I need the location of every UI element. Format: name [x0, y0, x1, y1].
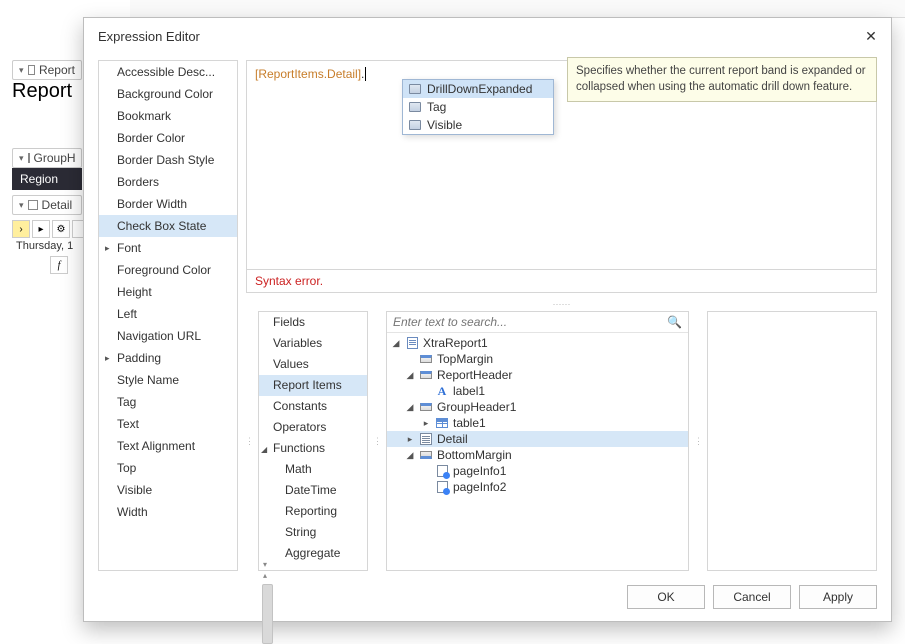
tree-node[interactable]: ◢ReportHeader: [387, 367, 688, 383]
description-panel: [707, 311, 877, 571]
property-item[interactable]: Border Dash Style: [99, 149, 237, 171]
bg-cell: ▸: [32, 220, 50, 238]
report-items-tree-panel: 🔍 ◢XtraReport1TopMargin◢ReportHeaderAlab…: [386, 311, 689, 571]
property-icon: [409, 84, 421, 94]
bg-detail-band-label: Detail: [42, 198, 73, 212]
vertical-splitter[interactable]: ⋮: [695, 311, 701, 571]
tree-node[interactable]: Alabel1: [387, 383, 688, 399]
property-item[interactable]: Foreground Color: [99, 259, 237, 281]
property-item[interactable]: Padding: [99, 347, 237, 369]
property-item[interactable]: Width: [99, 501, 237, 523]
bg-arrow-cell: ›: [12, 220, 30, 238]
tree-node-root[interactable]: ◢XtraReport1: [387, 335, 688, 351]
expression-editor-dialog: Expression Editor ✕ Accessible Desc...Ba…: [83, 17, 892, 622]
error-message: Syntax error.: [246, 270, 877, 293]
category-item[interactable]: Fields: [259, 312, 367, 333]
report-tree[interactable]: ◢XtraReport1TopMargin◢ReportHeaderAlabel…: [387, 333, 688, 570]
tree-node[interactable]: ▸table1: [387, 415, 688, 431]
category-item[interactable]: String: [259, 522, 367, 543]
property-item[interactable]: Text: [99, 413, 237, 435]
bg-report-band: ▾ Report: [12, 60, 82, 80]
bg-thursday: Thursday, 1: [12, 238, 77, 254]
tree-node[interactable]: ◢GroupHeader1: [387, 399, 688, 415]
cancel-button[interactable]: Cancel: [713, 585, 791, 609]
bg-group-band-label: GroupH: [34, 151, 76, 165]
property-item[interactable]: Check Box State: [99, 215, 237, 237]
category-item[interactable]: Operators: [259, 417, 367, 438]
property-item[interactable]: Text Alignment: [99, 435, 237, 457]
autocomplete-item[interactable]: DrillDownExpanded: [403, 80, 553, 98]
property-item[interactable]: Accessible Desc...: [99, 61, 237, 83]
horizontal-splitter[interactable]: ⋯⋯: [246, 299, 877, 305]
property-item[interactable]: Visible: [99, 479, 237, 501]
category-item[interactable]: Math: [259, 459, 367, 480]
property-icon: [409, 102, 421, 112]
tooltip: Specifies whether the current report ban…: [567, 57, 877, 102]
apply-button[interactable]: Apply: [799, 585, 877, 609]
category-item[interactable]: DateTime: [259, 480, 367, 501]
property-item[interactable]: Background Color: [99, 83, 237, 105]
property-item[interactable]: Border Color: [99, 127, 237, 149]
property-item[interactable]: Tag: [99, 391, 237, 413]
bg-region-cell: Region: [12, 168, 82, 190]
ok-button[interactable]: OK: [627, 585, 705, 609]
category-item[interactable]: Reporting: [259, 501, 367, 522]
property-item[interactable]: Navigation URL: [99, 325, 237, 347]
bg-gear-cell: ⚙: [52, 220, 70, 238]
bg-group-band: ▾ GroupH: [12, 148, 82, 168]
expression-token: [ReportItems.Detail]: [255, 67, 361, 81]
category-item[interactable]: Report Items: [259, 375, 367, 396]
property-item[interactable]: Height: [99, 281, 237, 303]
tree-node[interactable]: ◢BottomMargin: [387, 447, 688, 463]
category-item[interactable]: Constants: [259, 396, 367, 417]
autocomplete-item[interactable]: Tag: [403, 98, 553, 116]
category-item[interactable]: Values: [259, 354, 367, 375]
search-input[interactable]: [393, 315, 661, 329]
vertical-splitter[interactable]: ⋮: [246, 311, 252, 571]
tree-node[interactable]: pageInfo2: [387, 479, 688, 495]
category-item[interactable]: Functions: [259, 438, 367, 459]
property-icon: [409, 120, 421, 130]
bg-detail-band: ▾ Detail: [12, 195, 82, 215]
property-item[interactable]: Borders: [99, 171, 237, 193]
bg-report-title: Report: [12, 80, 72, 103]
category-item[interactable]: Variables: [259, 333, 367, 354]
property-list[interactable]: Accessible Desc...Background ColorBookma…: [98, 60, 238, 571]
autocomplete-popup[interactable]: DrillDownExpandedTagVisible: [402, 79, 554, 135]
bg-f-cell: f: [50, 256, 68, 274]
property-item[interactable]: Left: [99, 303, 237, 325]
category-panel[interactable]: FieldsVariablesValuesReport ItemsConstan…: [258, 311, 368, 571]
ruler: [130, 0, 905, 18]
search-icon[interactable]: 🔍: [667, 315, 682, 329]
property-item[interactable]: Bookmark: [99, 105, 237, 127]
autocomplete-item[interactable]: Visible: [403, 116, 553, 134]
dialog-title: Expression Editor: [98, 29, 200, 44]
property-item[interactable]: Style Name: [99, 369, 237, 391]
tree-node[interactable]: ▸Detail: [387, 431, 688, 447]
bg-report-band-label: Report: [39, 63, 75, 77]
property-item[interactable]: Border Width: [99, 193, 237, 215]
dialog-titlebar[interactable]: Expression Editor ✕: [84, 18, 891, 52]
tree-node[interactable]: pageInfo1: [387, 463, 688, 479]
category-item[interactable]: Aggregate: [259, 543, 367, 564]
property-item[interactable]: Font: [99, 237, 237, 259]
close-icon[interactable]: ✕: [861, 26, 881, 46]
tree-node[interactable]: TopMargin: [387, 351, 688, 367]
vertical-splitter[interactable]: ⋮: [374, 311, 380, 571]
property-item[interactable]: Top: [99, 457, 237, 479]
